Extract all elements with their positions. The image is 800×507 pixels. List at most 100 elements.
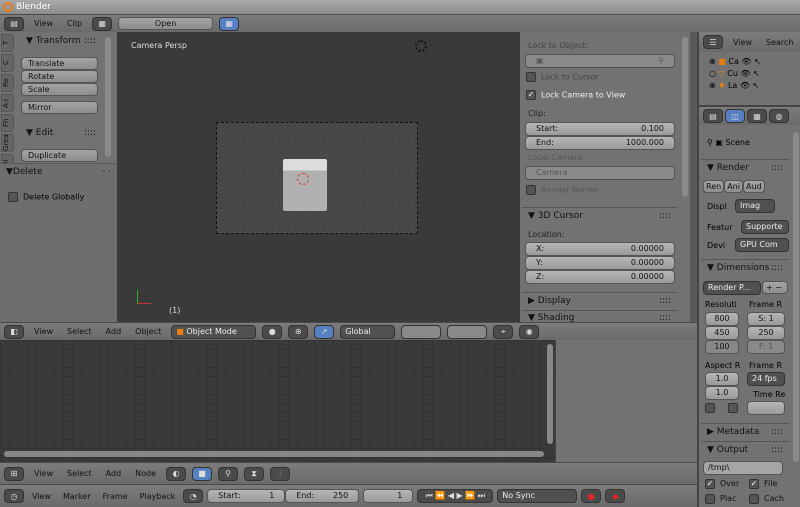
audio-button[interactable]: Aud: [742, 180, 765, 193]
tab-create[interactable]: C: [1, 54, 14, 72]
resolution-percent-field[interactable]: 100: [705, 340, 739, 354]
outliner-type-icon[interactable]: ☰: [703, 35, 723, 49]
current-frame-field[interactable]: 1: [363, 489, 414, 503]
time-remap-fields[interactable]: [747, 401, 785, 415]
preview-range-icon[interactable]: ◔: [183, 489, 204, 503]
end-frame-field[interactable]: End: 250: [285, 489, 360, 503]
menu-object[interactable]: Object: [131, 327, 165, 336]
resolution-x-field[interactable]: 800: [705, 312, 739, 326]
metadata-section[interactable]: ▶ Metadata::::: [701, 423, 789, 437]
properties-scrollbar[interactable]: [793, 132, 799, 462]
cache-checkbox[interactable]: Cach: [749, 493, 784, 505]
edit-section[interactable]: ▼ Edit::::: [20, 128, 102, 138]
sync-dropdown[interactable]: No Sync: [497, 489, 578, 503]
n-panel-scrollbar[interactable]: [682, 37, 688, 197]
properties-type-icon[interactable]: ▤: [703, 109, 723, 123]
layers-widget-2[interactable]: [447, 324, 488, 339]
render-preset-dropdown[interactable]: Render P...: [703, 281, 761, 295]
timeline-type-icon[interactable]: ◷: [4, 489, 24, 503]
scale-button[interactable]: Scale: [21, 83, 98, 96]
outliner-item-lamp[interactable]: ⊕ ♦ La 👁 ↖: [709, 80, 761, 92]
cursor-x-field[interactable]: X: 0.00000: [525, 242, 675, 256]
tab-physics[interactable]: Fh: [1, 114, 14, 132]
render-section[interactable]: ▼ Render::::: [701, 159, 789, 173]
aspect-x-field[interactable]: 1.0: [705, 372, 739, 386]
mode-dropdown[interactable]: ■ Object Mode: [171, 324, 257, 339]
frame-start-field[interactable]: S: 1: [747, 312, 785, 326]
operator-title[interactable]: ▼Delete · ·: [0, 164, 117, 177]
node-menu-select[interactable]: Select: [63, 469, 96, 478]
translate-button[interactable]: Translate: [21, 57, 98, 70]
pivot-point-icon[interactable]: ⊕: [288, 324, 309, 339]
outliner-item-camera[interactable]: ⊕ ■ Ca 👁 ↖: [709, 56, 761, 68]
clip-start-field[interactable]: Start: 0.100: [525, 122, 675, 136]
editor-type-icon[interactable]: ▤: [4, 16, 24, 31]
scene-tab-icon[interactable]: ◍: [769, 109, 789, 123]
menu-select[interactable]: Select: [63, 327, 96, 336]
file-extensions-checkbox[interactable]: ✓ File: [749, 478, 777, 490]
animation-button[interactable]: Ani: [724, 180, 743, 193]
frame-end-field[interactable]: 250: [747, 326, 785, 340]
display-section[interactable]: ▶ Display::::: [522, 292, 677, 306]
mirror-button[interactable]: Mirror: [21, 101, 98, 114]
placeholders-checkbox[interactable]: Plac: [705, 493, 736, 505]
view3d-editor-type-icon[interactable]: ◧: [4, 324, 24, 339]
output-path-field[interactable]: /tmp\: [703, 461, 783, 475]
feature-set-dropdown[interactable]: Supporte: [741, 220, 789, 234]
overwrite-checkbox[interactable]: ✓ Over: [705, 478, 739, 490]
layers-widget[interactable]: [401, 324, 442, 339]
dimensions-section[interactable]: ▼ Dimensions::::: [701, 259, 789, 273]
display-dropdown[interactable]: Imag: [735, 199, 775, 213]
rotate-button[interactable]: Rotate: [21, 70, 98, 83]
tab-grease-pencil[interactable]: Grea: [1, 134, 14, 152]
timeline-menu-frame[interactable]: Frame: [99, 492, 132, 501]
clip-view-icon[interactable]: ▦: [219, 16, 240, 31]
node-editor-canvas[interactable]: [0, 340, 555, 462]
border-crop-checkboxes[interactable]: [705, 403, 743, 413]
lock-camera-checkbox[interactable]: ✓ Lock Camera to View: [526, 90, 625, 100]
node-h-scrollbar[interactable]: [4, 451, 544, 457]
lock-object-field[interactable]: ▣ ⚲: [525, 54, 675, 68]
menu-view[interactable]: View: [30, 19, 57, 28]
fps-dropdown[interactable]: 24 fps: [747, 372, 785, 386]
transform-section[interactable]: ▼ Transform::::: [20, 36, 102, 46]
keyframe-icon[interactable]: ◆: [605, 489, 626, 503]
node-v-scrollbar[interactable]: [547, 344, 553, 444]
outliner-menu-view[interactable]: View: [729, 38, 756, 47]
manipulator-icon[interactable]: ↗: [314, 324, 335, 339]
playback-controls[interactable]: ⏮ ⏪ ◀ ▶ ⏩ ⏭: [417, 489, 494, 503]
default-cube[interactable]: [283, 159, 327, 211]
node-menu-view[interactable]: View: [30, 469, 57, 478]
node-menu-node[interactable]: Node: [131, 469, 160, 478]
resolution-y-field[interactable]: 450: [705, 326, 739, 340]
menu-add[interactable]: Add: [102, 327, 126, 336]
device-dropdown[interactable]: GPU Com: [735, 238, 789, 252]
node-editor-type-icon[interactable]: ⊞: [4, 466, 24, 481]
aspect-y-field[interactable]: 1.0: [705, 386, 739, 400]
timeline-menu-view[interactable]: View: [28, 492, 55, 501]
clip-end-field[interactable]: End: 1000.000: [525, 136, 675, 150]
start-frame-field[interactable]: Start: 1: [207, 489, 286, 503]
menu-view[interactable]: View: [30, 327, 57, 336]
layers-tab-icon[interactable]: ▦: [747, 109, 767, 123]
tab-relations[interactable]: Re: [1, 74, 14, 92]
frame-step-field[interactable]: F: 1: [747, 340, 785, 354]
record-icon[interactable]: ●: [581, 489, 602, 503]
render-button[interactable]: Ren: [703, 180, 725, 193]
cursor-y-field[interactable]: Y: 0.00000: [525, 256, 675, 270]
3d-viewport[interactable]: Camera Persp (1): [117, 32, 520, 322]
preset-add-remove-buttons[interactable]: + −: [762, 281, 788, 294]
lock-to-cursor-checkbox[interactable]: Lock to Cursor: [526, 72, 599, 82]
duplicate-button[interactable]: Duplicate: [21, 149, 98, 162]
object-shader-icon[interactable]: ■: [192, 466, 213, 481]
tab-tools[interactable]: T: [1, 34, 14, 52]
delete-globally-checkbox[interactable]: Delete Globally: [0, 177, 117, 217]
tool-shelf-scrollbar[interactable]: [105, 37, 111, 157]
backdrop-icon[interactable]: ⧗: [244, 466, 265, 481]
pin-icon[interactable]: ⚲: [218, 466, 239, 481]
viewport-shading-icon[interactable]: ●: [262, 324, 283, 339]
orientation-dropdown[interactable]: Global: [340, 324, 396, 339]
snap-node-icon[interactable]: ⫶: [270, 466, 291, 481]
tab-animation[interactable]: A-i: [1, 94, 14, 112]
timeline-menu-marker[interactable]: Marker: [59, 492, 95, 501]
